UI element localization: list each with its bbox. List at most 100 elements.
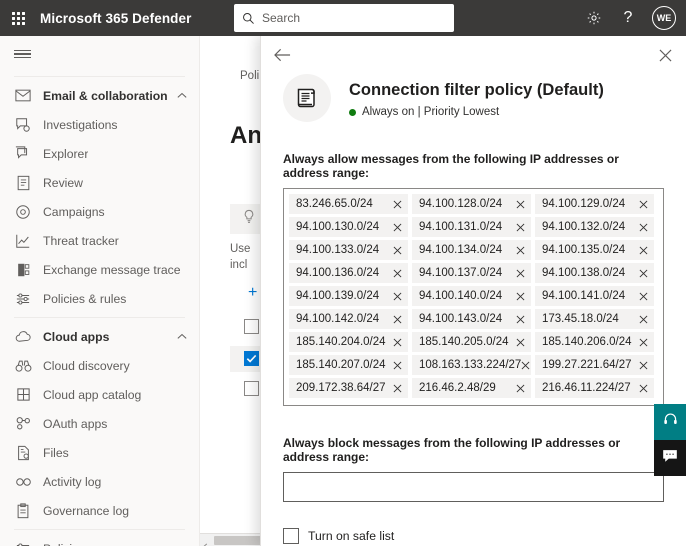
ip-tag[interactable]: 94.100.136.0/24 <box>289 263 408 283</box>
sidebar-item-label: Files <box>43 446 69 460</box>
remove-tag-icon[interactable] <box>393 223 402 232</box>
back-arrow-icon[interactable] <box>271 44 293 66</box>
breadcrumb[interactable]: Poli <box>240 70 259 82</box>
ip-tag[interactable]: 209.172.38.64/27 <box>289 378 408 398</box>
ip-tag[interactable]: 94.100.130.0/24 <box>289 217 408 237</box>
sidebar-item-activity-log[interactable]: Activity log <box>0 467 199 496</box>
ip-tag[interactable]: 94.100.142.0/24 <box>289 309 408 329</box>
remove-tag-icon[interactable] <box>516 246 525 255</box>
remove-tag-icon[interactable] <box>516 315 525 324</box>
remove-tag-icon[interactable] <box>393 269 402 278</box>
ip-tag[interactable]: 94.100.137.0/24 <box>412 263 531 283</box>
ip-tag[interactable]: 94.100.140.0/24 <box>412 286 531 306</box>
ip-tag[interactable]: 94.100.135.0/24 <box>535 240 654 260</box>
background-checkbox-3[interactable] <box>244 381 259 396</box>
sidebar-item-cloud-discovery[interactable]: Cloud discovery <box>0 351 199 380</box>
background-checkbox-2[interactable] <box>244 351 259 366</box>
remove-tag-icon[interactable] <box>639 338 648 347</box>
sidebar-item-cloud-app-catalog[interactable]: Cloud app catalog <box>0 380 199 409</box>
sidebar-group-email-collaboration[interactable]: Email & collaboration <box>0 81 199 110</box>
ip-tag[interactable]: 185.140.207.0/24 <box>289 355 408 375</box>
ip-tag[interactable]: 94.100.128.0/24 <box>412 194 531 214</box>
remove-tag-icon[interactable] <box>516 292 525 301</box>
ip-tag[interactable]: 94.100.138.0/24 <box>535 263 654 283</box>
question-mark-icon[interactable]: ? <box>618 8 638 28</box>
ip-tag[interactable]: 94.100.131.0/24 <box>412 217 531 237</box>
help-widget-stack <box>654 404 686 476</box>
chat-button[interactable] <box>654 440 686 476</box>
ip-tag[interactable]: 94.100.139.0/24 <box>289 286 408 306</box>
lightbulb-icon <box>242 209 256 229</box>
remove-tag-icon[interactable] <box>393 338 402 347</box>
ip-tag[interactable]: 173.45.18.0/24 <box>535 309 654 329</box>
remove-tag-icon[interactable] <box>639 223 648 232</box>
ip-tag-label: 94.100.133.0/24 <box>296 244 379 256</box>
support-button[interactable] <box>654 404 686 440</box>
gear-icon[interactable] <box>584 8 604 28</box>
ip-tag[interactable]: 185.140.206.0/24 <box>535 332 654 352</box>
sidebar-item-label: Activity log <box>43 475 101 489</box>
remove-tag-icon[interactable] <box>516 223 525 232</box>
ip-tag-label: 185.140.207.0/24 <box>296 359 386 371</box>
remove-tag-icon[interactable] <box>393 200 402 209</box>
remove-tag-icon[interactable] <box>516 384 525 393</box>
allow-ip-list[interactable]: 83.246.65.0/24 94.100.128.0/2494.100.129.… <box>283 188 664 406</box>
ip-tag[interactable]: 216.46.11.224/27 <box>535 378 654 398</box>
scroll-left-arrow-icon[interactable] <box>202 537 209 546</box>
app-launcher-icon[interactable] <box>0 0 36 36</box>
remove-tag-icon[interactable] <box>393 384 402 393</box>
sidebar-item-policies[interactable]: Policies <box>0 534 199 546</box>
ip-tag[interactable]: 94.100.133.0/24 <box>289 240 408 260</box>
ip-tag[interactable]: 185.140.205.0/24 <box>412 332 531 352</box>
sidebar-group-cloud-apps[interactable]: Cloud apps <box>0 322 199 351</box>
sidebar-item-governance-log[interactable]: Governance log <box>0 496 199 525</box>
sidebar-item-review[interactable]: Review <box>0 168 199 197</box>
remove-tag-icon[interactable] <box>639 292 648 301</box>
remove-tag-icon[interactable] <box>516 200 525 209</box>
ip-tag[interactable]: 83.246.65.0/24 <box>289 194 408 214</box>
remove-tag-icon[interactable] <box>516 338 525 347</box>
remove-tag-icon[interactable] <box>393 292 402 301</box>
sidebar-item-policies-rules[interactable]: Policies & rules <box>0 284 199 313</box>
remove-tag-icon[interactable] <box>639 361 648 370</box>
safe-list-label: Turn on safe list <box>308 529 394 543</box>
remove-tag-icon[interactable] <box>639 384 648 393</box>
remove-tag-icon[interactable] <box>393 361 402 370</box>
remove-tag-icon[interactable] <box>639 200 648 209</box>
chevron-up-icon[interactable] <box>177 92 187 99</box>
hamburger-icon[interactable] <box>0 36 199 72</box>
chevron-up-icon[interactable] <box>177 333 187 340</box>
block-ip-input[interactable] <box>283 472 664 502</box>
sidebar-item-campaigns[interactable]: Campaigns <box>0 197 199 226</box>
ip-tag[interactable]: 94.100.129.0/24 <box>535 194 654 214</box>
remove-tag-icon[interactable] <box>639 246 648 255</box>
search-box[interactable]: Search <box>234 4 454 32</box>
ip-tag[interactable]: 108.163.133.224/27 <box>412 355 531 375</box>
ip-tag[interactable]: 185.140.204.0/24 <box>289 332 408 352</box>
remove-tag-icon[interactable] <box>393 315 402 324</box>
sidebar-item-investigations[interactable]: Investigations <box>0 110 199 139</box>
ip-tag[interactable]: 94.100.143.0/24 <box>412 309 531 329</box>
remove-tag-icon[interactable] <box>639 315 648 324</box>
add-link[interactable]: + <box>248 284 257 302</box>
remove-tag-icon[interactable] <box>521 361 530 370</box>
sidebar-item-explorer[interactable]: Explorer <box>0 139 199 168</box>
sidebar-item-files[interactable]: Files <box>0 438 199 467</box>
ip-tag[interactable]: 94.100.141.0/24 <box>535 286 654 306</box>
sidebar-item-exchange-message-trace[interactable]: Exchange message trace <box>0 255 199 284</box>
close-icon[interactable] <box>654 44 676 66</box>
ip-tag-label: 83.246.65.0/24 <box>296 198 373 210</box>
ip-tag[interactable]: 216.46.2.48/29 <box>412 378 531 398</box>
remove-tag-icon[interactable] <box>393 246 402 255</box>
safe-list-checkbox[interactable] <box>283 528 299 544</box>
sidebar-item-threat-tracker[interactable]: Threat tracker <box>0 226 199 255</box>
ip-tag[interactable]: 199.27.221.64/27 <box>535 355 654 375</box>
sidebar-item-oauth-apps[interactable]: OAuth apps <box>0 409 199 438</box>
avatar[interactable]: WE <box>652 6 676 30</box>
remove-tag-icon[interactable] <box>639 269 648 278</box>
remove-tag-icon[interactable] <box>516 269 525 278</box>
ip-tag[interactable]: 94.100.132.0/24 <box>535 217 654 237</box>
ip-tag[interactable]: 94.100.134.0/24 <box>412 240 531 260</box>
background-checkbox-1[interactable] <box>244 319 259 334</box>
sidebar-item-label: Explorer <box>43 147 88 161</box>
